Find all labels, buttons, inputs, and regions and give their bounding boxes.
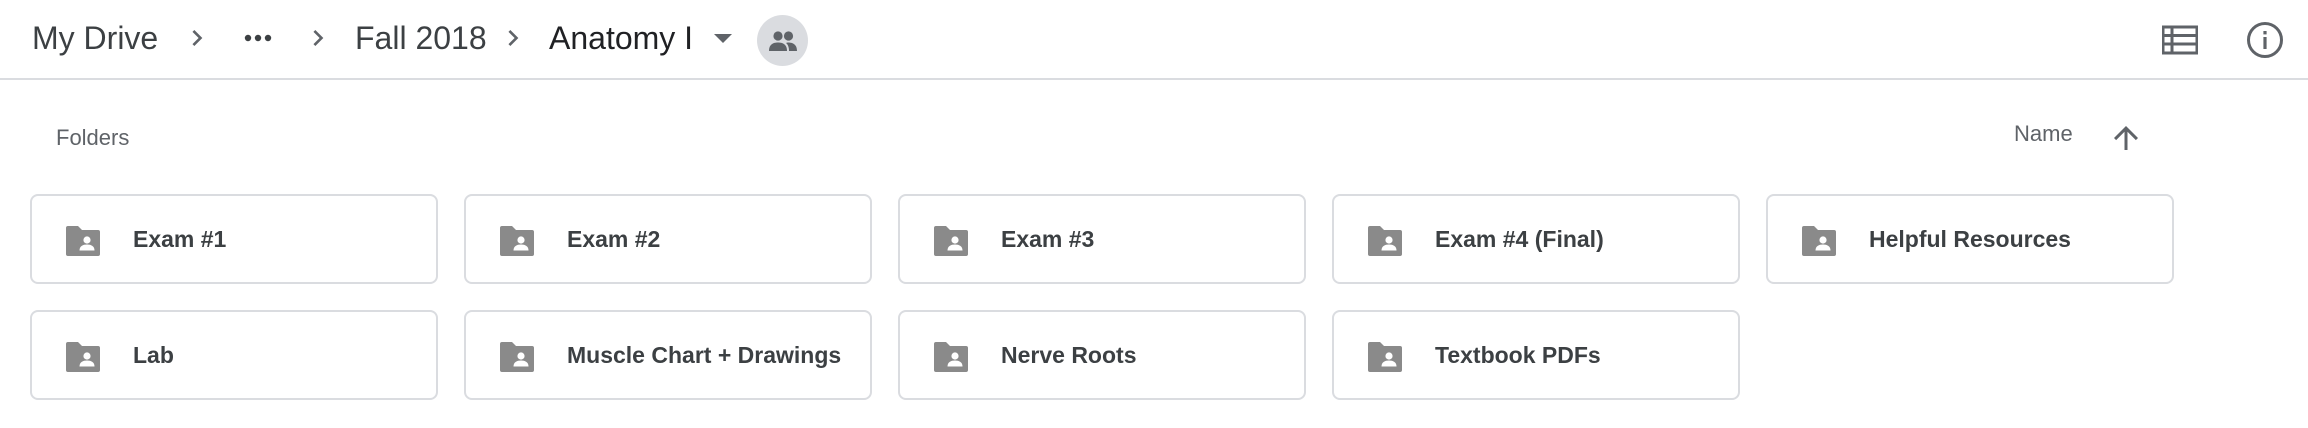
section-title-folders: Folders	[56, 125, 130, 150]
folder-card[interactable]: Exam #3	[898, 194, 1306, 284]
shared-folder-icon	[66, 342, 100, 372]
folder-card[interactable]: Exam #4 (Final)	[1332, 194, 1740, 284]
chevron-right-icon	[508, 30, 519, 46]
folder-name: Helpful Resources	[1869, 226, 2071, 252]
arrow-drop-down-icon[interactable]	[708, 22, 738, 54]
folder-name: Nerve Roots	[1001, 342, 1137, 368]
shared-folder-icon	[500, 226, 534, 256]
arrow-upward-icon[interactable]	[2108, 120, 2144, 156]
shared-folder-badge[interactable]	[757, 15, 808, 66]
breadcrumb-my-drive[interactable]: My Drive	[32, 14, 158, 62]
folder-name: Exam #3	[1001, 226, 1095, 252]
folder-card[interactable]: Nerve Roots	[898, 310, 1306, 400]
folder-card[interactable]: Exam #2	[464, 194, 872, 284]
shared-folder-icon	[500, 342, 534, 372]
info-button[interactable]	[2241, 16, 2289, 64]
folder-name: Exam #1	[133, 226, 227, 252]
info-icon	[2247, 22, 2283, 58]
folder-name: Exam #2	[567, 226, 661, 252]
folder-name: Lab	[133, 342, 174, 368]
folder-card[interactable]: Muscle Chart + Drawings	[464, 310, 872, 400]
folder-card[interactable]: Helpful Resources	[1766, 194, 2174, 284]
shared-folder-icon	[934, 226, 968, 256]
shared-folder-icon	[66, 226, 100, 256]
more-horiz-icon[interactable]	[240, 22, 276, 54]
folder-name: Textbook PDFs	[1435, 342, 1601, 368]
folder-card[interactable]: Lab	[30, 310, 438, 400]
people-icon	[768, 30, 797, 51]
breadcrumb-current-folder[interactable]: Anatomy I	[549, 14, 693, 62]
shared-folder-icon	[934, 342, 968, 372]
folder-name: Muscle Chart + Drawings	[567, 342, 842, 368]
list-view-button[interactable]	[2156, 16, 2204, 64]
folder-card[interactable]: Textbook PDFs	[1332, 310, 1740, 400]
shared-folder-icon	[1368, 342, 1402, 372]
shared-folder-icon	[1368, 226, 1402, 256]
sort-by-name-button[interactable]: Name	[2014, 120, 2073, 148]
shared-folder-icon	[1802, 226, 1836, 256]
list-view-icon	[2162, 25, 2198, 55]
chevron-right-icon	[313, 30, 324, 46]
header-bar: My Drive Fall 2018 Anatomy I	[0, 0, 2308, 80]
chevron-right-icon	[192, 30, 203, 46]
folder-name: Exam #4 (Final)	[1435, 226, 1604, 252]
breadcrumb-fall-2018[interactable]: Fall 2018	[355, 14, 487, 62]
folder-card[interactable]: Exam #1	[30, 194, 438, 284]
